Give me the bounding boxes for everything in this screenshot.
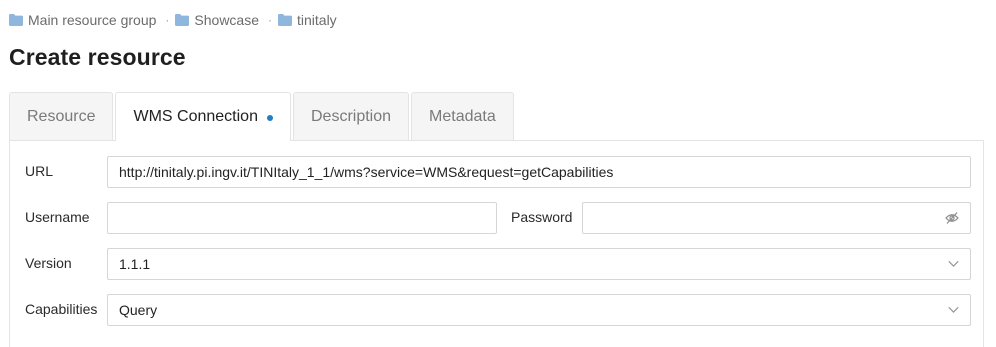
tab-metadata[interactable]: Metadata xyxy=(411,92,514,140)
tab-resource[interactable]: Resource xyxy=(9,92,114,140)
breadcrumb-item-main-resource-group[interactable]: Main resource group xyxy=(9,12,156,28)
folder-icon xyxy=(9,14,23,26)
breadcrumb-separator: · xyxy=(165,13,170,27)
tab-label: Resource xyxy=(27,107,96,125)
version-label: Version xyxy=(25,255,72,271)
tab-description[interactable]: Description xyxy=(292,92,410,140)
username-label: Username xyxy=(25,209,90,225)
username-input[interactable] xyxy=(119,210,485,226)
breadcrumb-label: tinitaly xyxy=(297,12,337,28)
folder-icon xyxy=(175,14,190,26)
url-field[interactable] xyxy=(107,156,971,188)
url-label: URL xyxy=(25,163,54,179)
version-value: 1.1.1 xyxy=(119,256,151,272)
tab-label: Metadata xyxy=(429,107,496,125)
capabilities-value: Query xyxy=(119,302,158,318)
chevron-down-icon xyxy=(948,260,959,268)
eye-invisible-icon[interactable] xyxy=(945,212,959,224)
password-label: Password xyxy=(511,209,573,225)
chevron-down-icon xyxy=(948,306,959,314)
modified-dot-icon xyxy=(266,114,273,121)
tab-label: Description xyxy=(310,107,392,125)
url-input[interactable] xyxy=(119,164,959,180)
breadcrumb-item-showcase[interactable]: Showcase xyxy=(175,12,259,28)
wms-connection-panel: URL Username Password Version 1.1.1 xyxy=(9,140,984,347)
tab-wms-connection[interactable]: WMS Connection xyxy=(115,92,291,141)
version-select[interactable]: 1.1.1 xyxy=(107,248,971,280)
password-input[interactable] xyxy=(594,210,959,226)
tab-label: WMS Connection xyxy=(133,108,258,125)
breadcrumb-label: Main resource group xyxy=(28,12,157,28)
capabilities-label: Capabilities xyxy=(25,301,98,317)
username-field[interactable] xyxy=(107,202,497,234)
password-field[interactable] xyxy=(582,202,971,234)
breadcrumb-separator: · xyxy=(268,13,272,27)
capabilities-select[interactable]: Query xyxy=(107,294,971,326)
breadcrumb-label: Showcase xyxy=(194,12,259,28)
breadcrumb-item-tinitaly[interactable]: tinitaly xyxy=(278,12,337,28)
tab-bar: Resource WMS Connection Description Meta… xyxy=(9,92,516,141)
breadcrumb: Main resource group · Showcase · tinital… xyxy=(9,12,337,28)
page-title: Create resource xyxy=(9,44,186,70)
create-resource-page: Main resource group · Showcase · tinital… xyxy=(0,0,996,347)
folder-icon xyxy=(278,14,292,26)
